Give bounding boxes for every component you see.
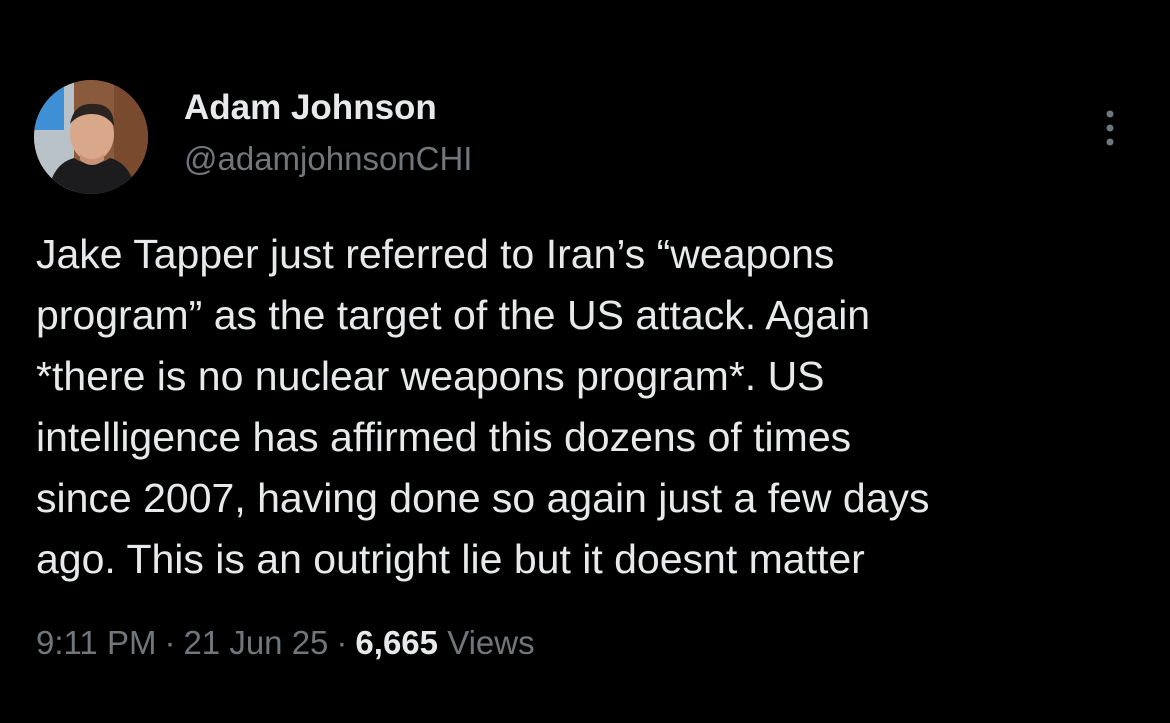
tweet-date[interactable]: 21 Jun 25 — [183, 624, 328, 661]
meta-separator: · — [164, 624, 176, 661]
user-handle[interactable]: @adamjohnsonCHI — [184, 140, 472, 178]
tweet-card: Adam Johnson @adamjohnsonCHI Jake Tapper… — [0, 0, 1170, 723]
tweet-text: Jake Tapper just referred to Iran’s “wea… — [36, 231, 930, 582]
tweet-time[interactable]: 9:11 PM — [36, 624, 156, 661]
meta-separator: · — [336, 624, 348, 661]
display-name[interactable]: Adam Johnson — [184, 88, 437, 128]
more-options-icon — [1106, 110, 1114, 146]
profile-photo-icon — [34, 80, 148, 194]
views-count[interactable]: 6,665 — [355, 624, 438, 661]
tweet-metadata: 9:11 PM · 21 Jun 25 · 6,665 Views — [36, 624, 535, 662]
avatar[interactable] — [34, 80, 148, 194]
more-options-button[interactable] — [1096, 104, 1124, 152]
views-label: Views — [447, 624, 535, 661]
